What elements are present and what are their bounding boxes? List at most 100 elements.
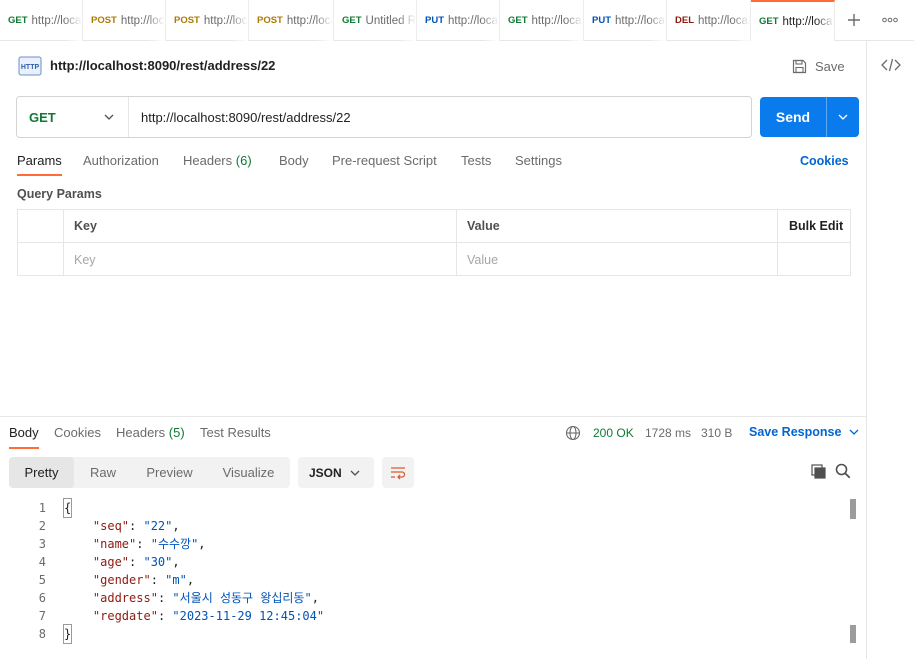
tab-authorization[interactable]: Authorization [83,153,159,168]
right-sidebar [866,41,914,659]
tab-title: http://localhost:8090/rest/address [31,14,83,27]
response-size[interactable]: 310 B [701,426,732,440]
new-tab-button[interactable] [842,10,866,30]
checkbox-column-header [18,210,64,242]
json-comma: , [172,555,180,569]
request-tab[interactable]: GEThttp://localhost:8090/rest/address [0,0,83,41]
json-comma: , [172,519,180,533]
code-text: "name": "수수깡", [92,537,206,551]
tab-response-cookies[interactable]: Cookies [54,425,101,440]
response-divider[interactable] [0,416,866,417]
cookies-link[interactable]: Cookies [800,154,849,168]
request-title[interactable]: http://localhost:8090/rest/address/22 [50,58,275,73]
code-text: } [62,624,73,644]
tab-pre-request-script[interactable]: Pre-request Script [332,153,437,168]
send-options-button[interactable] [827,114,859,120]
view-visualize-button[interactable]: Visualize [207,457,290,488]
tab-title: http://localhost:8090/rest/address [615,14,667,27]
response-headers-label: Headers [116,425,166,440]
method-select[interactable]: GET [17,97,129,137]
tab-title: http://localhost:8090/rest/address [120,14,165,27]
code-text: "age": "30", [92,555,180,569]
request-tab[interactable]: PUT http://localhost:8090/rest/address [417,0,500,41]
plus-icon [848,14,860,26]
code-icon[interactable] [881,57,901,73]
json-comma: , [311,591,319,605]
tab-title: http://localhost:8090/rest/address/22 [782,15,835,28]
vertical-scrollbar-thumb[interactable] [850,625,856,643]
json-value: "30" [143,555,173,569]
request-tab[interactable]: DEL http://localhost:8090/rest/address [667,0,751,41]
json-key: "age" [92,555,130,569]
wrap-lines-button[interactable] [382,457,414,488]
line-number: 7 [38,609,46,623]
bulk-edit-button[interactable]: Bulk Edit [778,210,850,242]
code-line: 3 "name": "수수깡", [0,535,840,553]
horizontal-scrollbar-thumb[interactable] [850,499,856,519]
code-line: 8} [0,624,840,644]
code-text: "regdate": "2023-11-29 12:45:04" [92,609,325,623]
tab-tests[interactable]: Tests [461,153,491,168]
line-number: 4 [38,555,46,569]
wrap-lines-icon [391,466,406,479]
tab-params[interactable]: Params [17,153,62,176]
save-button[interactable]: Save [792,56,845,76]
request-tab[interactable]: POSThttp://localhost:8090/rest/address [166,0,249,41]
svg-text:HTTP: HTTP [21,64,40,71]
json-key: "address" [92,591,158,605]
view-raw-button[interactable]: Raw [74,457,132,488]
tab-body[interactable]: Body [279,153,309,168]
more-icon [882,17,898,23]
json-brace: } [62,624,73,644]
send-button[interactable]: Send [760,97,859,137]
url-bar: GET [16,96,752,138]
code-line: 2 "seq": "22", [0,517,840,535]
json-comma: , [198,537,206,551]
search-icon[interactable] [835,463,851,479]
request-tab[interactable]: GETUntitled Request [334,0,417,41]
chevron-down-icon [849,429,859,435]
tab-method-label: GET [8,15,28,26]
row-actions-cell [778,243,850,276]
tab-response-headers[interactable]: Headers (5) [116,425,185,440]
globe-icon[interactable] [565,425,581,441]
response-time[interactable]: 1728 ms [645,426,691,440]
tab-title: http://localhost:8090/rest/address [286,14,333,27]
tab-headers[interactable]: Headers (6) [183,153,252,168]
request-tab[interactable]: GEThttp://localhost:8090/rest/address/22 [751,0,835,41]
tab-title: http://localhost:8090/rest/address [203,14,248,27]
save-response-button[interactable]: Save Response [749,425,859,439]
param-value-input[interactable]: Value [457,243,778,276]
floppy-disk-icon [792,59,807,73]
tab-title: Untitled Request [365,14,417,27]
tab-response-body[interactable]: Body [9,425,39,449]
json-value: "수수깡" [150,537,199,551]
chevron-down-icon [350,470,360,476]
response-body-editor[interactable]: 1{2 "seq": "22", 3 "name": "수수깡", 4 "age":… [0,498,862,659]
request-tab[interactable]: GEThttp://localhost:8090/rest/address [500,0,584,41]
view-pretty-button[interactable]: Pretty [9,457,74,488]
row-checkbox-cell[interactable] [18,243,64,276]
status-code[interactable]: 200 OK [593,426,634,440]
request-tab[interactable]: PUT http://localhost:8090/rest/address [584,0,667,41]
request-tab[interactable]: POSThttp://localhost:8090/rest/address [249,0,334,41]
chevron-down-icon [104,114,114,120]
more-tabs-button[interactable] [878,10,902,30]
format-select[interactable]: JSON [298,457,374,488]
response-headers-count: (5) [168,425,185,440]
request-tab[interactable]: POSThttp://localhost:8090/rest/address [83,0,166,41]
url-input[interactable] [129,97,751,137]
json-key: "name" [92,537,137,551]
code-text: "gender": "m", [92,573,195,587]
http-request-icon: HTTP [18,56,42,76]
tab-test-results[interactable]: Test Results [200,425,271,440]
view-preview-button[interactable]: Preview [132,457,207,488]
tab-settings[interactable]: Settings [515,153,562,168]
method-value: GET [29,109,56,125]
param-key-input[interactable]: Key [64,243,457,276]
line-number: 5 [38,573,46,587]
copy-icon[interactable] [811,464,826,479]
tab-method-label: DEL [675,15,694,26]
code-text: { [62,498,73,518]
line-number: 3 [38,537,46,551]
